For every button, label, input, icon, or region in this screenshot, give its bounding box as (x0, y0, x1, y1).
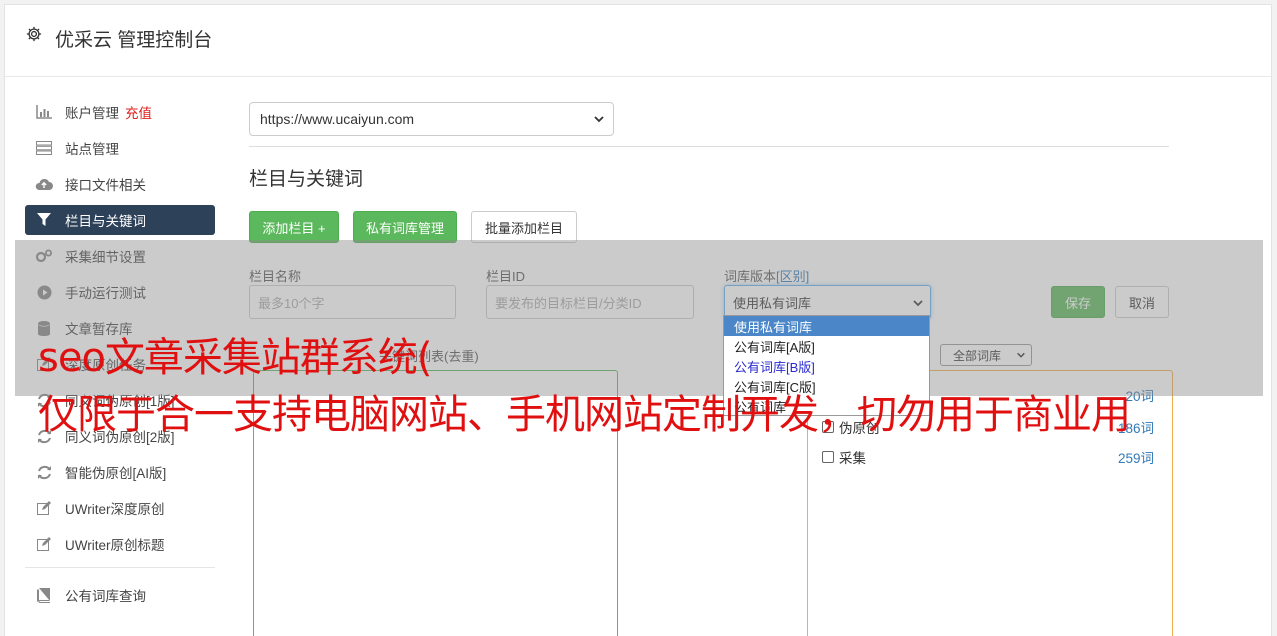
sidebar-item-label: UWriter原创标题 (65, 538, 165, 553)
batch-add-button[interactable]: 批量添加栏目 (471, 211, 577, 243)
watermark-line-2: 仅限于合一支持电脑网站、手机网站定制开发，切勿用于商业用 (38, 392, 1131, 438)
library-count: 259词 (1117, 451, 1154, 466)
section-title: 栏目与关键词 (249, 169, 364, 190)
refresh-icon (35, 463, 53, 481)
dropdown-option[interactable]: 公有词库[B版] (724, 356, 929, 376)
bar-chart-icon (35, 103, 53, 121)
sidebar-item-label: 站点管理 (65, 142, 119, 157)
dropdown-option[interactable]: 使用私有词库 (724, 316, 929, 336)
edit-icon (35, 499, 53, 517)
sidebar-item-sites[interactable]: 站点管理 (25, 133, 215, 163)
sidebar-item-label: 账户管理 (65, 106, 119, 121)
page-header: 优采云 管理控制台 (5, 5, 1271, 77)
sidebar-item-label: 智能伪原创[AI版] (65, 466, 167, 481)
site-select-value: https://www.ucaiyun.com (260, 111, 415, 127)
book-icon (35, 586, 53, 604)
page-title: 优采云 管理控制台 (55, 30, 213, 51)
chevron-down-icon (594, 116, 604, 123)
watermark-line-1: seo文章采集站群系统( (38, 335, 433, 381)
sidebar-item-interface[interactable]: 接口文件相关 (25, 169, 215, 199)
cloud-upload-icon (35, 175, 53, 193)
private-lib-button[interactable]: 私有词库管理 (353, 211, 457, 243)
sidebar-item-label: 公有词库查询 (65, 589, 146, 604)
sidebar-item-public-lib[interactable]: 公有词库查询 (25, 580, 215, 610)
library-name: 采集 (839, 451, 866, 466)
sidebar-divider (25, 567, 215, 568)
dropdown-option[interactable]: 公有词库[A版] (724, 336, 929, 356)
filter-icon (35, 211, 53, 229)
divider (249, 146, 1169, 147)
edit-icon (35, 535, 53, 553)
recharge-link[interactable]: 充值 (125, 102, 152, 122)
sidebar-item-uwriter-original[interactable]: UWriter深度原创 (25, 493, 215, 523)
site-select[interactable]: https://www.ucaiyun.com (249, 102, 614, 136)
sidebar-item-label: 栏目与关键词 (65, 214, 146, 229)
sidebar-item-uwriter-title[interactable]: UWriter原创标题 (25, 529, 215, 559)
gear-icon (26, 26, 42, 42)
library-row[interactable]: 采集 (822, 447, 866, 467)
sidebar-item-label: UWriter深度原创 (65, 502, 165, 517)
sidebar-item-columns[interactable]: 栏目与关键词 (25, 205, 215, 235)
add-column-button[interactable]: 添加栏目 + (249, 211, 339, 243)
library-checkbox[interactable] (822, 451, 834, 463)
server-icon (35, 139, 53, 157)
sidebar-item-account[interactable]: 账户管理 充值 (25, 97, 215, 127)
sidebar-item-label: 接口文件相关 (65, 178, 146, 193)
sidebar-item-ai-rewrite[interactable]: 智能伪原创[AI版] (25, 457, 215, 487)
